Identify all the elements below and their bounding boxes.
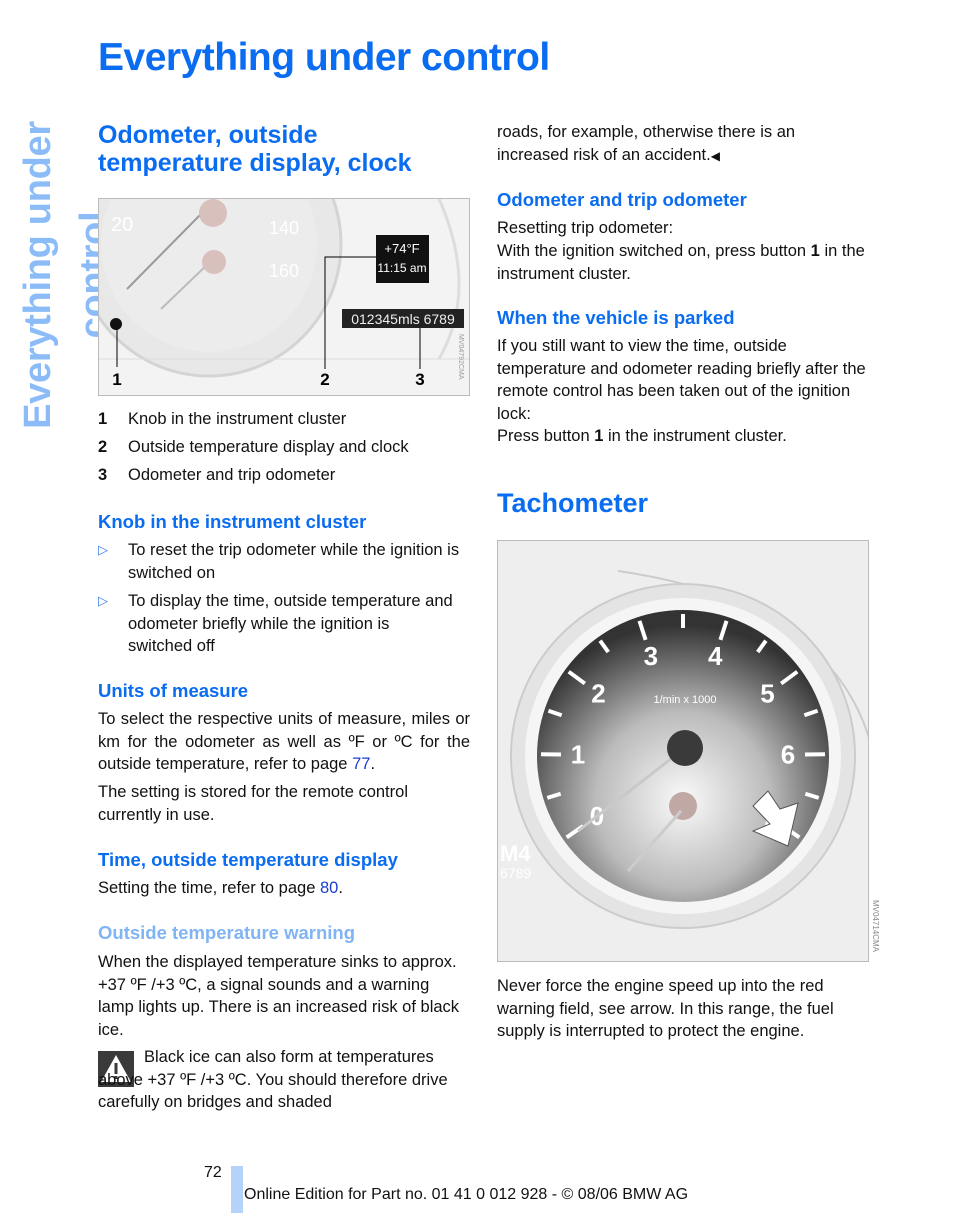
display-trip: 6789 — [500, 865, 531, 881]
text: To select the respective units of measur… — [98, 710, 470, 774]
text: . — [370, 755, 376, 774]
display-time: 11:15 am — [377, 261, 426, 275]
page-link-77[interactable]: 77 — [352, 755, 370, 773]
legend-text: Knob in the instrument cluster — [128, 410, 347, 428]
tacho-number: 2 — [591, 679, 605, 709]
end-mark-icon: ◀ — [710, 148, 720, 163]
svg-text:160: 160 — [269, 261, 299, 281]
heading-tachometer: Tachometer — [497, 488, 649, 518]
tacho-unit: 1/min x 1000 — [654, 694, 717, 706]
callout-1: 1 — [112, 370, 121, 389]
trip-paragraph: With the ignition switched on, press but… — [497, 240, 869, 285]
figure-instrument-cluster: 20 140 160 +74°F 11:15 am 012345mls 6789… — [98, 198, 470, 396]
legend-num: 2 — [98, 438, 108, 457]
figure-code: MV04792CMA — [457, 334, 464, 380]
tacho-number: 1 — [571, 740, 585, 770]
heading-trip-odometer: Odometer and trip odometer — [497, 189, 747, 210]
trip-line1: Resetting trip odometer: — [497, 219, 674, 237]
tacho-number: 4 — [708, 641, 723, 671]
footer-bar — [231, 1166, 243, 1213]
footer-text: Online Edition for Part no. 01 41 0 012 … — [244, 1186, 689, 1203]
triangle-bullet-icon: ▷ — [98, 593, 108, 609]
callout-2: 2 — [320, 370, 329, 389]
units-paragraph: To select the respective units of measur… — [98, 708, 470, 776]
bullet-item: ▷ To display the time, outside temperatur… — [98, 590, 470, 658]
heading-units: Units of measure — [98, 680, 249, 701]
tacho-number: 5 — [760, 679, 774, 709]
side-tab: Everything under control — [17, 121, 115, 429]
triangle-bullet-icon: ▷ — [98, 542, 108, 557]
caution-paragraph: Black ice can also form at temperatures … — [98, 1048, 448, 1112]
bullet-text: To display the time, outside temperature… — [128, 592, 453, 656]
figure-legend: 1 Knob in the instrument cluster 2 Outside… — [98, 408, 470, 487]
parked-line: Press button 1 in the instrument cluster… — [497, 425, 869, 448]
figure-tachometer: 1/min x 1000 01234567 M4 6789 — [497, 540, 869, 962]
heading-parked: When the vehicle is parked — [497, 307, 735, 328]
display-temp: +74°F — [384, 241, 419, 256]
text: in the instrument cluster. — [603, 427, 787, 445]
display-odometer: 012345mls 6789 — [351, 311, 455, 327]
tachometer-paragraph: Never force the engine speed up into the… — [497, 977, 834, 1041]
page-link-80[interactable]: 80 — [320, 879, 338, 897]
section-title-odometer: Odometer, outside temperature display, c… — [98, 121, 412, 177]
legend-num: 1 — [98, 410, 108, 428]
page-title: Everything under control — [98, 36, 550, 79]
figure-code: MV04714CMA — [871, 899, 880, 953]
tacho-number: 3 — [644, 641, 658, 671]
legend-item: 1 Knob in the instrument cluster — [98, 408, 470, 431]
svg-text:20: 20 — [111, 214, 133, 236]
legend-item: 3 Odometer and trip odometer — [98, 464, 470, 487]
text: Setting the time, refer to page — [98, 879, 320, 897]
callout-3: 3 — [415, 370, 424, 389]
legend-text: Outside temperature display and clock — [128, 438, 409, 457]
text: roads, for example, otherwise there is a… — [497, 123, 796, 164]
page-number: 72 — [204, 1164, 222, 1181]
legend-text: Odometer and trip odometer — [128, 466, 336, 485]
display-gear: M4 — [500, 841, 531, 866]
bullet-item: ▷ To reset the trip odometer while the ig… — [98, 539, 470, 584]
text: . — [338, 879, 343, 897]
button-ref: 1 — [810, 242, 820, 260]
knob-bullets: ▷ To reset the trip odometer while the ig… — [98, 539, 470, 658]
legend-item: 2 Outside temperature display and clock — [98, 436, 470, 459]
parked-paragraph: If you still want to view the time, outs… — [497, 337, 866, 423]
units-note: The setting is stored for the remote con… — [98, 783, 408, 824]
bullet-text: To reset the trip odometer while the ign… — [128, 541, 460, 582]
text: Press button — [497, 427, 595, 445]
time-paragraph: Setting the time, refer to page 80. — [98, 877, 470, 900]
heading-temp-warning: Outside temperature warning — [98, 922, 355, 943]
tacho-number: 6 — [781, 740, 795, 770]
warning-paragraph: When the displayed temperature sinks to … — [98, 953, 460, 1039]
heading-time: Time, outside temperature display — [98, 849, 398, 870]
heading-knob: Knob in the instrument cluster — [98, 511, 367, 532]
legend-num: 3 — [98, 466, 108, 485]
text: With the ignition switched on, press but… — [497, 242, 811, 260]
svg-text:140: 140 — [269, 218, 299, 238]
continued-text: roads, for example, otherwise there is a… — [497, 121, 827, 167]
